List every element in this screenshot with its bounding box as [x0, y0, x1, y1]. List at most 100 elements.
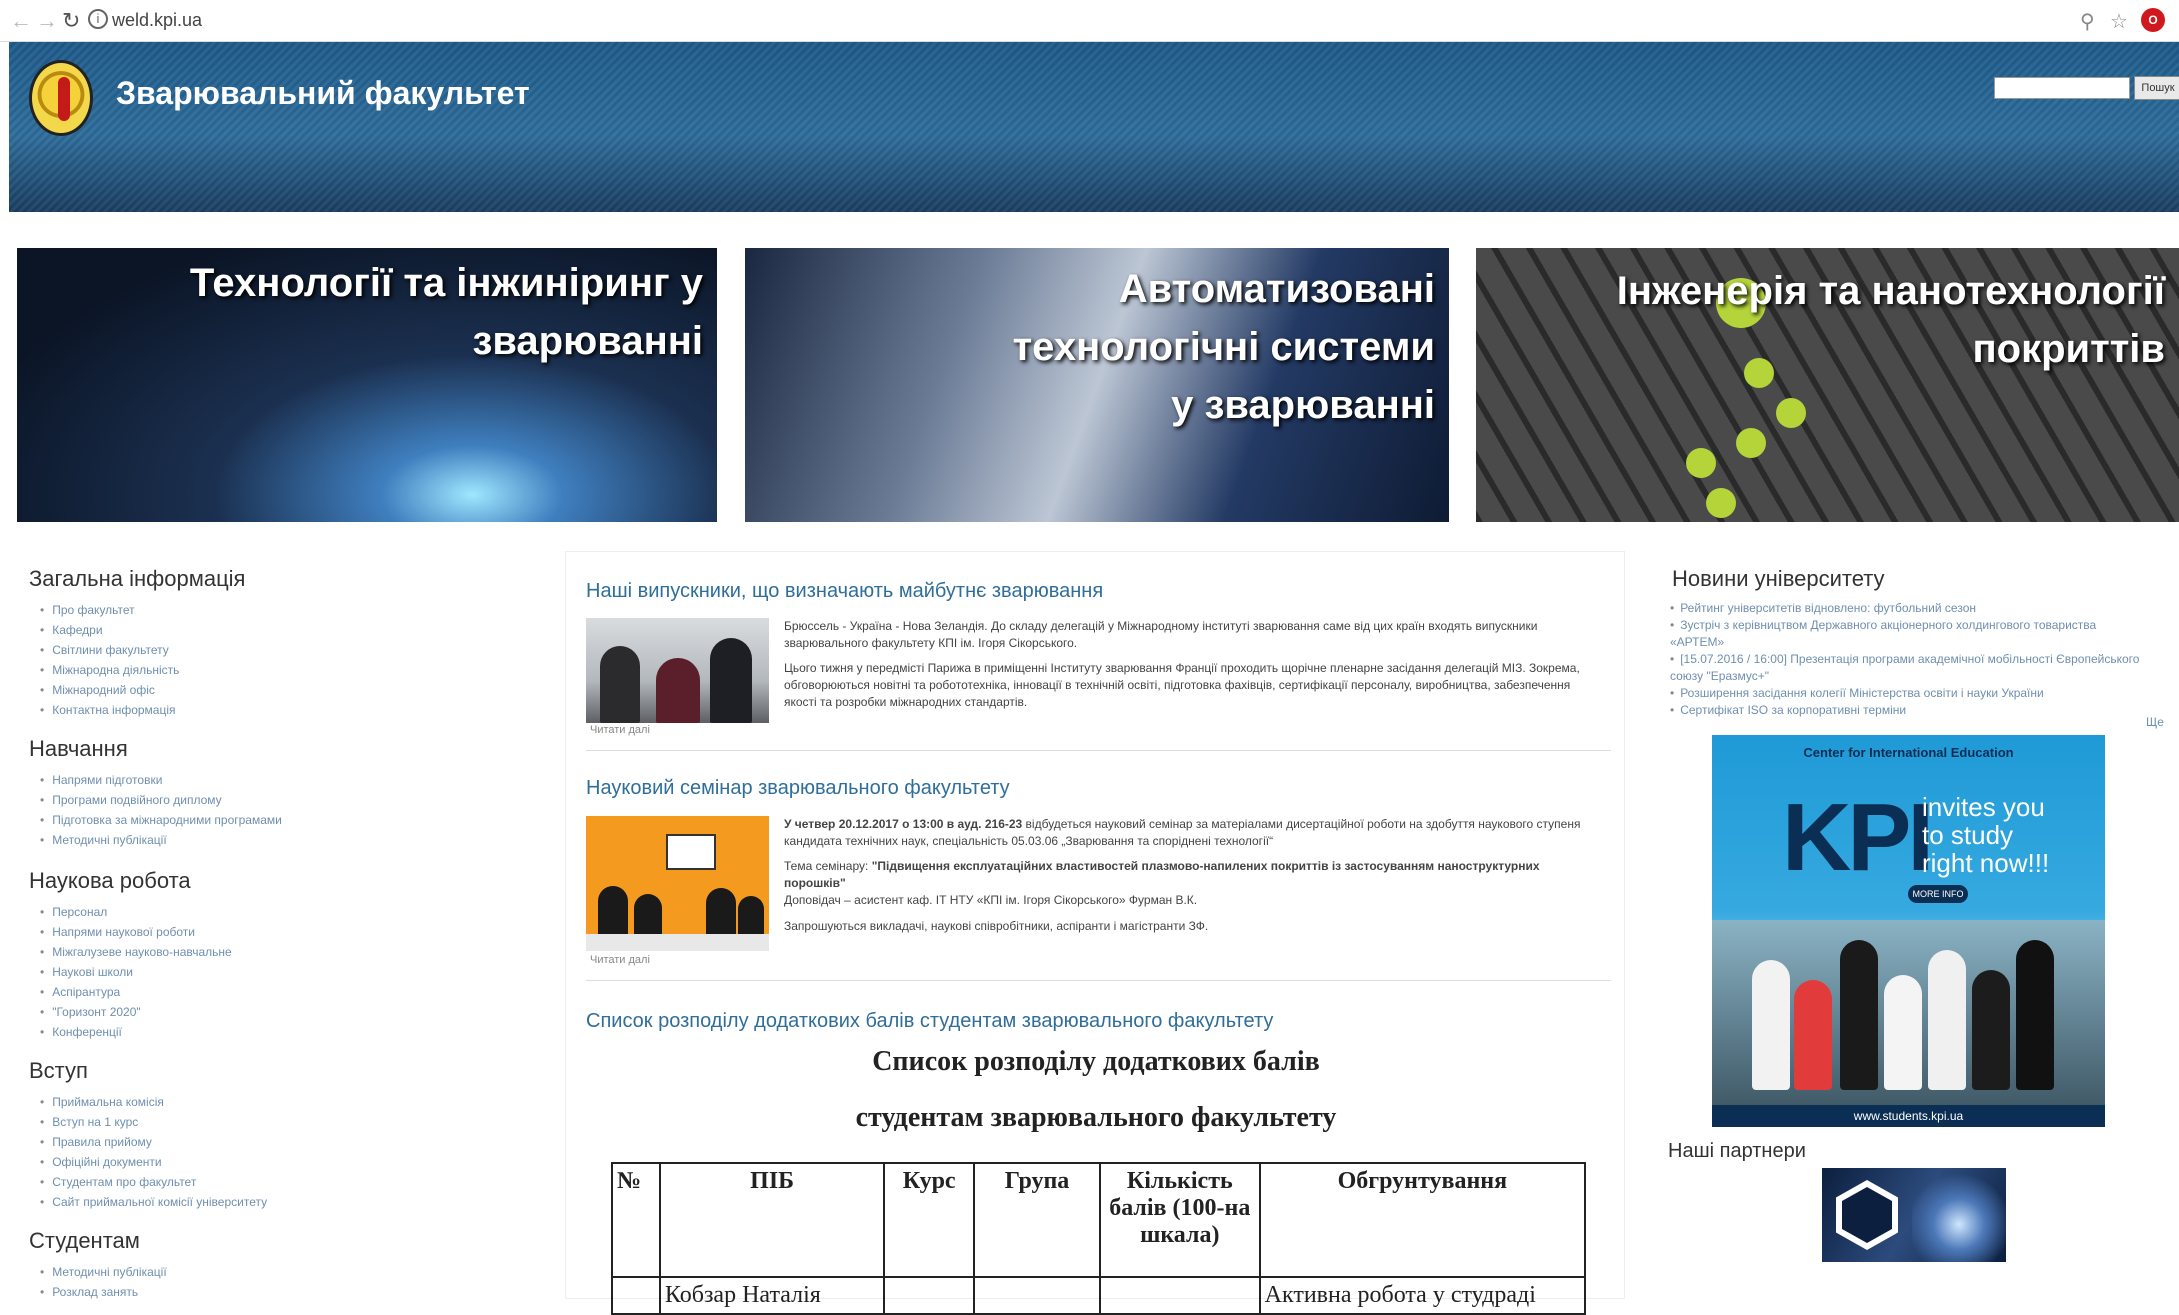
sidebar-heading-general: Загальна інформація — [29, 566, 246, 591]
back-icon[interactable]: ← — [10, 8, 32, 34]
table-cell: Кобзар Наталія — [658, 1276, 886, 1315]
sidebar-item[interactable]: Методичні публікації — [52, 1262, 166, 1282]
table-cell — [883, 1276, 976, 1315]
read-more-link[interactable]: Читати далі — [590, 724, 650, 736]
read-more-link[interactable]: Читати далі — [590, 954, 650, 966]
sidebar-item[interactable]: Міжнародна діяльність — [52, 660, 179, 680]
sidebar-item[interactable]: Підготовка за міжнародними програмами — [52, 810, 282, 830]
sidebar-item[interactable]: Вступ на 1 курс — [52, 1112, 267, 1132]
sidebar-item[interactable]: Контактна інформація — [52, 700, 179, 720]
ad-header: Center for International Education — [1803, 745, 2014, 760]
sidebar-item[interactable]: Розклад занять — [52, 1282, 167, 1302]
seminar-illustration[interactable] — [586, 816, 769, 951]
address-bar[interactable]: weld.kpi.ua — [112, 10, 202, 31]
article-text: Цього тижня у передмісті Парижа в приміщ… — [784, 661, 1580, 709]
sidebar-item[interactable]: Конференції — [52, 1022, 232, 1042]
table-cell — [611, 1276, 661, 1315]
ad-footer-url: www.students.kpi.ua — [1712, 1105, 2105, 1127]
bookmark-star-icon[interactable]: ☆ — [2110, 9, 2128, 34]
sidebar-item[interactable]: Методичні публікації — [52, 830, 282, 850]
article-text: Доповідач – асистент каф. ІТ НТУ «КПІ ім… — [784, 893, 1198, 907]
article-photo[interactable] — [586, 618, 769, 723]
article-title[interactable]: Наші випускники, що визначають майбутнє … — [586, 580, 1103, 603]
sidebar-item[interactable]: Напрями підготовки — [52, 770, 282, 790]
news-item[interactable]: Зустріч з керівництвом Державного акціон… — [1670, 617, 2150, 651]
sidebar-item[interactable]: Кафедри — [52, 620, 179, 640]
article-text-bold: У четвер 20.12.2017 о 13:00 в ауд. 216-2… — [784, 817, 1023, 831]
ad-more-info-button[interactable]: MORE INFO — [1908, 885, 1968, 903]
ad-invite-line: invites you — [1922, 792, 2045, 822]
table-header: Обгрунтування — [1258, 1162, 1587, 1278]
banner-line: у зварюванні — [1171, 383, 1435, 427]
browser-toolbar: ← → ↻ i weld.kpi.ua ⚲ ☆ O — [0, 0, 2179, 42]
table-header: Кількість балів (100-на шкала) — [1098, 1162, 1261, 1278]
sidebar-list-admission: Приймальна комісія Вступ на 1 курс Прави… — [52, 1092, 267, 1212]
document-subtitle: студентам зварювального факультету — [855, 1102, 1337, 1133]
news-item[interactable]: Сертифікат ISO за корпоративні терміни — [1670, 702, 2150, 719]
article-text: Брюссель - Україна - Нова Зеландія. До с… — [784, 619, 1538, 650]
table-cell — [973, 1276, 1101, 1315]
faculty-logo[interactable] — [29, 60, 93, 136]
sidebar-item[interactable]: Світлини факультету — [52, 640, 179, 660]
table-row: Кобзар Наталія Активна робота у студраді — [611, 1276, 1587, 1315]
news-item[interactable]: [15.07.2016 / 16:00] Презентація програм… — [1670, 651, 2150, 685]
zoom-icon[interactable]: ⚲ — [2080, 9, 2095, 34]
banner-line: Технології та інжиніринг у — [189, 261, 703, 305]
news-item[interactable]: Рейтинг університетів відновлено: футбол… — [1670, 600, 2150, 617]
article-title[interactable]: Науковий семінар зварювального факультет… — [586, 777, 1010, 800]
opera-icon[interactable]: O — [2141, 8, 2165, 32]
table-header: № — [611, 1162, 661, 1278]
sidebar-list-study: Напрями підготовки Програми подвійного д… — [52, 770, 282, 850]
article-text: У четвер 20.12.2017 о 13:00 в ауд. 216-2… — [784, 816, 1598, 850]
banner-line: технологічні системи — [1012, 325, 1435, 369]
sidebar-item[interactable]: Напрями наукової роботи — [52, 922, 232, 942]
sidebar-item[interactable]: Міжгалузеве науково-навчальне — [52, 942, 232, 962]
table-header: Група — [973, 1162, 1101, 1278]
article-text: Запрошуються викладачі, наукові співробі… — [784, 919, 1209, 933]
sidebar-item[interactable]: Програми подвійного диплому — [52, 790, 282, 810]
university-news-heading: Новини університету — [1672, 566, 1885, 591]
reload-icon[interactable]: ↻ — [62, 8, 80, 34]
article-title[interactable]: Список розподілу додаткових балів студен… — [586, 1010, 1273, 1033]
search-input[interactable] — [1994, 77, 2130, 99]
more-news-link[interactable]: Ще — [2146, 715, 2164, 729]
news-item[interactable]: Розширення засідання колегії Міністерств… — [1670, 685, 2150, 702]
sidebar-item[interactable]: Наукові школи — [52, 962, 232, 982]
partners-heading: Наші партнери — [1668, 1140, 1806, 1162]
sidebar-list-research: Персонал Напрями наукової роботи Міжгалу… — [52, 902, 232, 1042]
ad-students-photo — [1712, 920, 2105, 1110]
sidebar-item[interactable]: Офіційні документи — [52, 1152, 267, 1172]
table-header-row: № ПІБ Курс Група Кількість балів (100-на… — [611, 1162, 1587, 1278]
site-title[interactable]: Зварювальний факультет — [116, 75, 530, 112]
partner-logo[interactable] — [1822, 1168, 2006, 1262]
banner-welding-engineering[interactable]: Технології та інжиніринг у зварюванні — [17, 248, 717, 522]
sidebar-item[interactable]: Сайт приймальної комісії університету — [52, 1192, 267, 1212]
sidebar-item[interactable]: Про факультет — [52, 600, 179, 620]
site-info-icon[interactable]: i — [88, 9, 108, 29]
sidebar-item[interactable]: Приймальна комісія — [52, 1092, 267, 1112]
banner-coatings-nanotech[interactable]: Інженерія та нанотехнології покриттів — [1476, 248, 2179, 522]
sidebar-item[interactable]: "Горизонт 2020" — [52, 1002, 232, 1022]
kpi-study-ad[interactable]: Center for International Education KPI i… — [1712, 735, 2105, 1127]
banner-automated-systems[interactable]: Автоматизовані технологічні системи у зв… — [745, 248, 1449, 522]
sidebar-item[interactable]: Правила прийому — [52, 1132, 267, 1152]
article-separator — [586, 980, 1611, 981]
sidebar-item[interactable]: Міжнародний офіс — [52, 680, 179, 700]
forward-icon[interactable]: → — [36, 8, 58, 34]
article-text: Тема семінару: "Підвищення експлуатаційн… — [784, 858, 1598, 892]
banner-line: Автоматизовані — [1118, 267, 1435, 311]
banner-line: покриттів — [1972, 327, 2165, 371]
search-button[interactable]: Пошук — [2134, 76, 2179, 100]
sidebar-heading-research: Наукова робота — [29, 868, 191, 893]
sidebar-item[interactable]: Аспірантура — [52, 982, 232, 1002]
site-header: Зварювальний факультет Пошук — [9, 42, 2179, 212]
sidebar-list-general: Про факультет Кафедри Світлини факультет… — [52, 600, 179, 720]
ad-invite-line: to study — [1922, 820, 2014, 850]
ad-invite-text: invites you to study right now!!! — [1922, 793, 2049, 877]
ad-invite-line: right now!!! — [1922, 848, 2050, 878]
sidebar-item[interactable]: Студентам про факультет — [52, 1172, 267, 1192]
table-header: Курс — [883, 1162, 976, 1278]
table-cell: Активна робота у студраді — [1258, 1276, 1587, 1315]
sidebar-item[interactable]: Персонал — [52, 902, 232, 922]
sidebar-list-students: Методичні публікації Розклад занять — [52, 1262, 167, 1302]
